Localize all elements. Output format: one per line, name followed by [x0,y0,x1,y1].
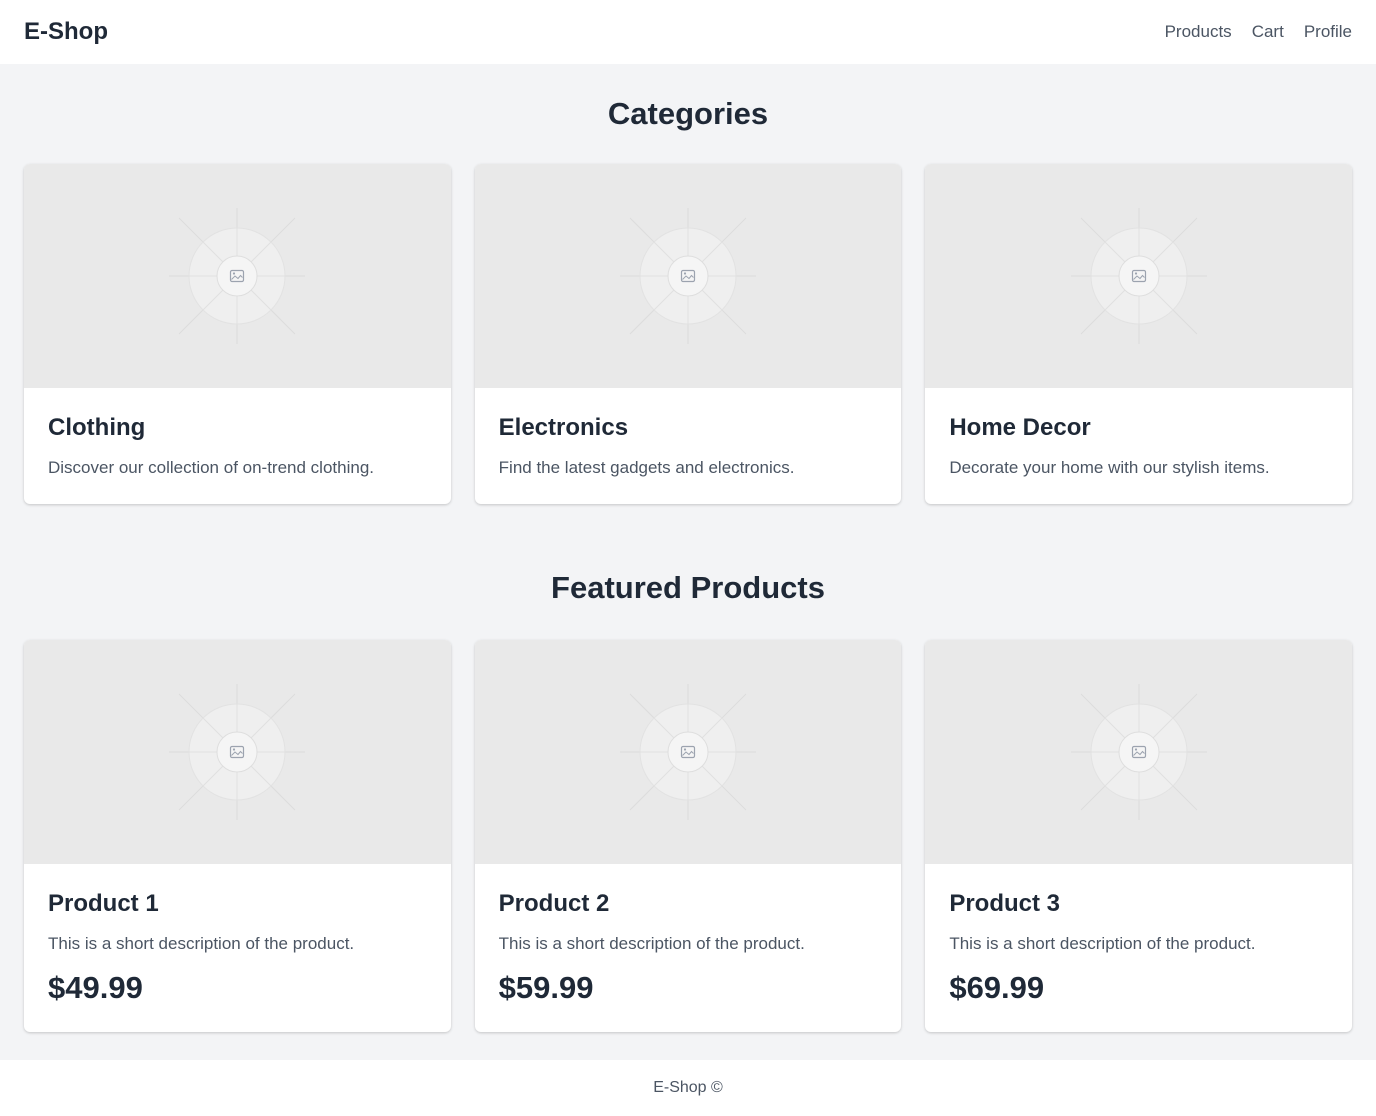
navbar: E-Shop Products Cart Profile [0,0,1376,64]
category-description: Find the latest gadgets and electronics. [498,458,795,477]
product-card-2[interactable]: Product 2 This is a short description of… [474,640,902,1032]
main-content: Categories Clothing Discover our collect… [0,64,1376,1032]
nav-link-products[interactable]: Products [1165,22,1232,42]
category-description: Decorate your home with our stylish item… [949,458,1270,477]
category-name: Electronics [498,414,629,441]
categories-title: Categories [607,96,769,131]
category-card-clothing[interactable]: Clothing Discover our collection of on-t… [24,164,451,504]
image-placeholder-icon [619,207,757,345]
product-description: This is a short description of the produ… [498,934,805,953]
image-placeholder-icon [1070,207,1208,345]
featured-products-grid: Product 1 This is a short description of… [24,640,1352,1032]
category-name: Home Decor [949,414,1091,441]
nav-links: Products Cart Profile [1165,22,1352,42]
card-body: Product 2 This is a short description of… [475,864,902,1032]
footer: E-Shop © [0,1060,1376,1116]
product-name: Product 1 [48,890,159,917]
product-image [925,640,1352,864]
product-description: This is a short description of the produ… [48,934,355,953]
categories-grid: Clothing Discover our collection of on-t… [24,164,1352,504]
card-body: Clothing Discover our collection of on-t… [24,388,451,504]
product-card-1[interactable]: Product 1 This is a short description of… [24,640,451,1032]
product-name: Product 2 [498,890,610,917]
product-name: Product 3 [949,890,1061,917]
product-image [24,640,451,864]
card-body: Home Decor Decorate your home with our s… [925,388,1352,504]
product-image [474,640,902,864]
nav-link-cart[interactable]: Cart [1252,22,1284,42]
nav-link-profile[interactable]: Profile [1304,22,1352,42]
image-placeholder-icon [168,683,306,821]
category-card-electronics[interactable]: Electronics Find the latest gadgets and … [474,164,902,504]
category-image [474,164,902,388]
image-placeholder-icon [619,683,757,821]
image-placeholder-icon [168,207,306,345]
category-image [925,164,1352,388]
category-card-home-decor[interactable]: Home Decor Decorate your home with our s… [925,164,1352,504]
card-body: Product 3 This is a short description of… [925,864,1352,1032]
card-body: Electronics Find the latest gadgets and … [475,388,902,504]
product-price: $59.99 [498,970,594,1005]
product-description: This is a short description of the produ… [949,934,1256,953]
category-name: Clothing [48,414,146,441]
product-price: $69.99 [949,970,1045,1005]
product-card-3[interactable]: Product 3 This is a short description of… [925,640,1352,1032]
category-description: Discover our collection of on-trend clot… [48,458,374,477]
category-image [24,164,451,388]
brand-logo-link[interactable]: E-Shop [24,18,108,46]
footer-copyright: E-Shop © [653,1079,723,1096]
featured-products-title: Featured Products [551,570,825,605]
product-price: $49.99 [48,970,143,1005]
card-body: Product 1 This is a short description of… [24,864,451,1032]
image-placeholder-icon [1070,683,1208,821]
